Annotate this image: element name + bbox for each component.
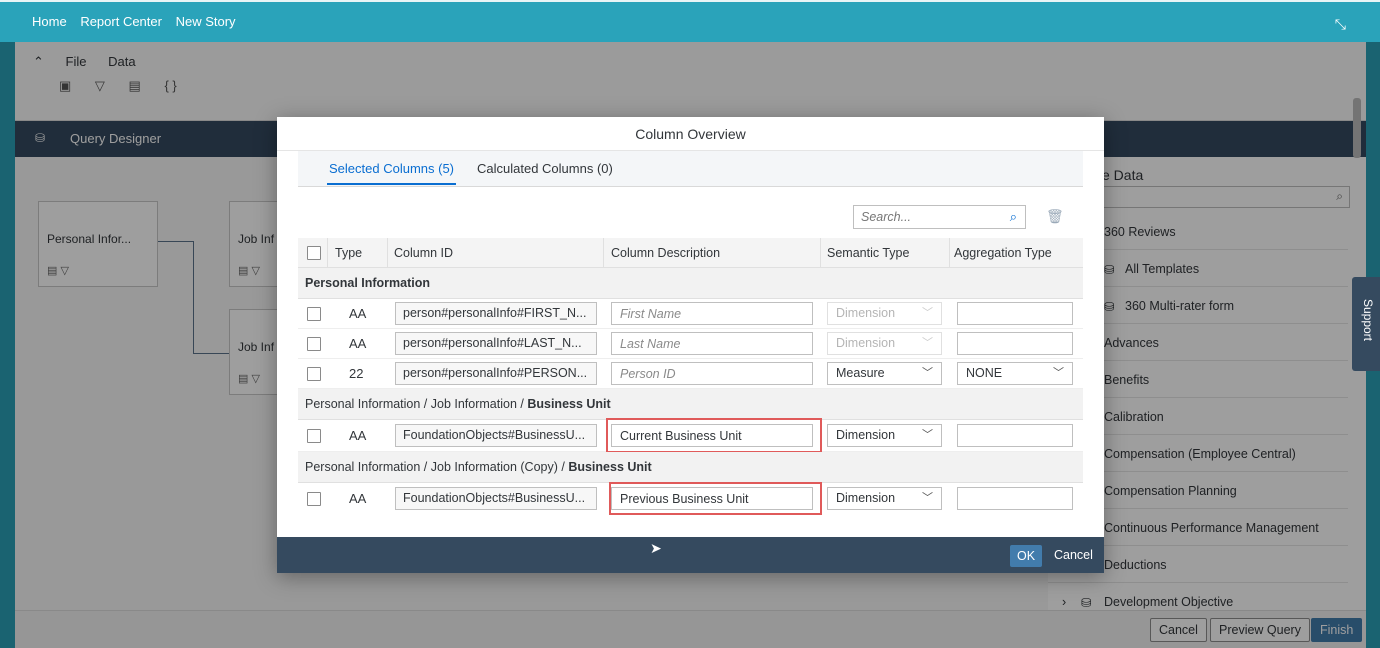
tab-calculated-columns[interactable]: Calculated Columns (0) xyxy=(477,161,613,176)
text-type-icon: AA xyxy=(349,336,367,351)
aggregation-type-field xyxy=(957,332,1073,355)
column-description-field xyxy=(611,332,813,355)
column-id-field: person#personalInfo#FIRST_N... xyxy=(395,302,597,325)
breadcrumb-report-center[interactable]: Report Center xyxy=(80,14,162,29)
row-checkbox[interactable] xyxy=(307,307,321,321)
group-header: Personal Information / Job Information /… xyxy=(298,389,1083,420)
group-label: Personal Information xyxy=(305,276,431,290)
breadcrumb-home[interactable]: Home xyxy=(32,14,67,29)
group-header: Personal Information xyxy=(298,268,1083,299)
chevron-down-icon: ﹀ xyxy=(922,337,933,349)
header-semantic-type: Semantic Type xyxy=(827,246,910,260)
number-type-icon: 22 xyxy=(349,366,364,381)
column-overview-dialog: Column Overview Selected Columns (5) Cal… xyxy=(277,117,1104,573)
select-all-checkbox[interactable] xyxy=(307,246,321,260)
semantic-type-select: Dimension ﹀ xyxy=(827,302,942,325)
column-id-field: FoundationObjects#BusinessU... xyxy=(395,487,597,510)
table-row: AA FoundationObjects#BusinessU... Dimens… xyxy=(298,482,1083,515)
tab-bar: Selected Columns (5) Calculated Columns … xyxy=(298,151,1083,187)
row-checkbox[interactable] xyxy=(307,492,321,506)
aggregation-type-field xyxy=(957,487,1073,510)
row-checkbox[interactable] xyxy=(307,429,321,443)
chevron-down-icon: ﹀ xyxy=(922,429,933,441)
text-type-icon: AA xyxy=(349,491,367,506)
row-checkbox[interactable] xyxy=(307,367,321,381)
semantic-type-select[interactable]: Dimension ﹀ xyxy=(827,424,942,447)
breadcrumb-new-story[interactable]: New Story xyxy=(176,14,236,29)
table-row: 22 person#personalInfo#PERSON... Measure… xyxy=(298,359,1083,389)
column-description-field xyxy=(611,362,813,385)
text-type-icon: AA xyxy=(349,306,367,321)
dialog-title: Column Overview xyxy=(277,117,1104,151)
chevron-down-icon: ﹀ xyxy=(922,492,933,504)
semantic-type-select: Dimension ﹀ xyxy=(827,332,942,355)
chevron-down-icon: ﹀ xyxy=(922,307,933,319)
aggregation-type-field xyxy=(957,424,1073,447)
description-input[interactable] xyxy=(612,363,812,384)
search-icon[interactable]: ⌕ xyxy=(1010,209,1017,225)
aggregation-type-select[interactable]: NONE ﹀ xyxy=(957,362,1073,385)
cancel-button[interactable]: Cancel xyxy=(1054,548,1093,562)
column-id-field: person#personalInfo#PERSON... xyxy=(395,362,597,385)
columns-table: Type Column ID Column Description Semant… xyxy=(298,238,1083,515)
group-header: Personal Information / Job Information (… xyxy=(298,452,1083,483)
header-type: Type xyxy=(335,246,363,260)
description-input[interactable] xyxy=(612,333,812,354)
dialog-footer: OK Cancel xyxy=(277,537,1104,573)
semantic-type-select[interactable]: Measure ﹀ xyxy=(827,362,942,385)
tab-selected-columns[interactable]: Selected Columns (5) xyxy=(327,161,456,185)
highlight-box xyxy=(609,482,822,515)
support-label: Support xyxy=(1361,298,1375,342)
header-aggregation-type: Aggregation Type xyxy=(954,246,1052,260)
group-label: Personal Information / Job Information /… xyxy=(305,397,611,411)
column-description-field xyxy=(611,302,813,325)
ok-button[interactable]: OK xyxy=(1010,545,1043,567)
row-checkbox[interactable] xyxy=(307,337,321,351)
search-input[interactable] xyxy=(854,206,994,228)
trash-icon[interactable]: 🗑 xyxy=(1046,208,1064,225)
shell-header: Home Report Center New Story ⤡ xyxy=(0,0,1380,42)
mouse-cursor-icon: ➤ xyxy=(650,540,662,556)
support-tab[interactable]: Support xyxy=(1352,277,1380,371)
aggregation-type-field xyxy=(957,302,1073,325)
breadcrumb: Home Report Center New Story xyxy=(32,14,246,29)
column-id-field: FoundationObjects#BusinessU... xyxy=(395,424,597,447)
semantic-type-select[interactable]: Dimension ﹀ xyxy=(827,487,942,510)
chevron-down-icon: ﹀ xyxy=(922,367,933,379)
group-label: Personal Information / Job Information (… xyxy=(305,460,652,474)
text-type-icon: AA xyxy=(349,428,367,443)
column-id-field: person#personalInfo#LAST_N... xyxy=(395,332,597,355)
exit-fullscreen-icon[interactable]: ⤡ xyxy=(1335,16,1346,33)
header-column-id: Column ID xyxy=(394,246,454,260)
chevron-down-icon: ﹀ xyxy=(1053,367,1064,379)
header-column-description: Column Description xyxy=(611,246,721,260)
description-input[interactable] xyxy=(612,303,812,324)
table-row: AA person#personalInfo#LAST_N... Dimensi… xyxy=(298,329,1083,359)
highlight-box xyxy=(606,418,822,453)
table-header: Type Column ID Column Description Semant… xyxy=(298,238,1083,268)
column-search: ⌕ xyxy=(853,205,1026,229)
table-row: AA person#personalInfo#FIRST_N... Dimens… xyxy=(298,299,1083,329)
table-row: AA FoundationObjects#BusinessU... Dimens… xyxy=(298,418,1083,453)
